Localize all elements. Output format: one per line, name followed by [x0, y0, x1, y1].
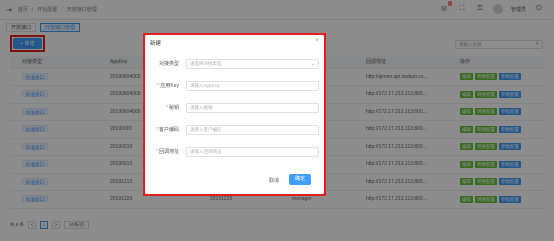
cancel-button[interactable]: 取消	[269, 177, 279, 184]
confirm-button[interactable]: 确定	[289, 174, 311, 185]
customer-code-placeholder: 请输入客户编码	[190, 127, 222, 132]
field-label: *回调地址	[156, 149, 179, 155]
close-icon[interactable]: ×	[315, 38, 319, 44]
secret-input[interactable]: 请输入秘钥	[186, 103, 319, 113]
type-select-placeholder: 请选择对接类型	[190, 61, 222, 66]
callback-input[interactable]: 请输入回调地址	[186, 147, 319, 157]
type-select[interactable]: 请选择对接类型 ⌄	[186, 59, 319, 69]
form-row-callback: *回调地址 请输入回调地址	[145, 147, 324, 157]
field-label: *客户编码	[156, 127, 179, 133]
appkey-input[interactable]: 请输入AppKey	[186, 81, 319, 91]
form-row-customer-code: *客户编码 请输入客户编码	[145, 125, 324, 135]
form-row-appkey: *应用Key 请输入AppKey	[145, 81, 324, 91]
callback-placeholder: 请输入回调地址	[190, 149, 222, 154]
form-row-secret: *秘钥 请输入秘钥	[145, 103, 324, 113]
create-dialog: 新建 × 对接类型 请选择对接类型 ⌄ *应用Key 请输入AppKey *秘钥…	[145, 35, 324, 194]
field-label: *应用Key	[157, 83, 179, 89]
field-label: 对接类型	[158, 61, 179, 67]
appkey-placeholder: 请输入AppKey	[190, 83, 220, 88]
form-row-type: 对接类型 请选择对接类型 ⌄	[145, 59, 324, 69]
dialog-title: 新建	[150, 41, 162, 47]
customer-code-input[interactable]: 请输入客户编码	[186, 125, 319, 135]
chevron-down-icon: ⌄	[310, 61, 315, 67]
field-label: *秘钥	[166, 105, 179, 111]
secret-placeholder: 请输入秘钥	[190, 105, 213, 110]
